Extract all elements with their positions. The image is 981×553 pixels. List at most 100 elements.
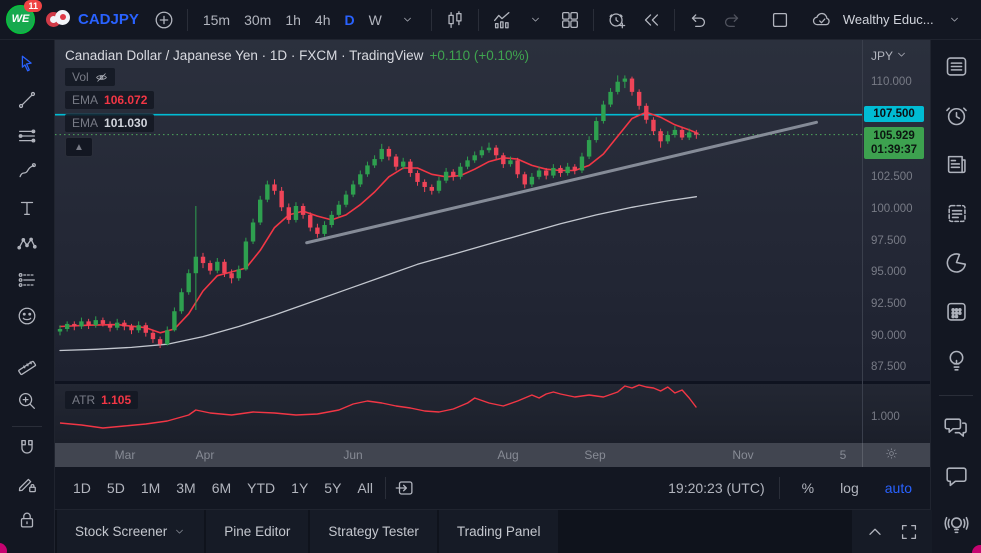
watchlist-button[interactable]	[932, 44, 981, 93]
footer-tab-strategy-tester[interactable]: Strategy Tester	[310, 510, 437, 553]
time-tick-mar: Mar	[114, 448, 136, 462]
timeframes-chevron-down-icon[interactable]	[393, 5, 423, 35]
panel-open-chevron-icon[interactable]	[860, 517, 890, 547]
timeframe-D[interactable]: D	[337, 8, 361, 32]
alerts-button[interactable]	[932, 93, 981, 142]
range-1m-button[interactable]: 1M	[134, 476, 167, 500]
bottom-toolbar: 1D 5D 1M 3M 6M YTD 1Y 5Y All 19:20:23 (UTC) % lo…	[55, 467, 930, 510]
volume-legend-row[interactable]: Vol	[65, 68, 115, 86]
range-3m-button[interactable]: 3M	[169, 476, 202, 500]
drawing-mode-lock-tool[interactable]	[9, 468, 45, 504]
news-flow-button[interactable]	[932, 191, 981, 240]
horizontal-lines-icon	[16, 125, 38, 152]
xabcd-pattern-tool[interactable]	[9, 228, 45, 264]
timeframe-4h[interactable]: 4h	[308, 8, 338, 32]
footer-tab-trading-panel[interactable]: Trading Panel	[438, 510, 559, 553]
atr-legend-row[interactable]: ATR 1.105	[65, 391, 139, 409]
footer-tab-stock-screener[interactable]: Stock Screener	[57, 510, 205, 553]
hide-drawings-tool[interactable]	[9, 540, 45, 553]
private-chat-button[interactable]	[932, 453, 981, 502]
time-axis[interactable]: Mar Apr Jun Aug Sep Nov 5	[55, 443, 930, 467]
symbol-button[interactable]: CADJPY	[78, 11, 139, 28]
compare-add-icon[interactable]	[149, 5, 179, 35]
right-sidebar	[930, 40, 981, 553]
axis-currency[interactable]: JPY	[871, 48, 908, 64]
calendar-button[interactable]	[932, 289, 981, 338]
separator	[186, 8, 188, 31]
layout-grid-icon[interactable]	[555, 5, 585, 35]
clock-utc[interactable]: 19:20:23 (UTC)	[668, 480, 764, 496]
horizontal-lines-tool[interactable]	[9, 120, 45, 156]
cloud-saved-icon	[807, 5, 837, 35]
magnet-tool[interactable]	[9, 432, 45, 468]
theme-sun-icon[interactable]	[885, 447, 898, 465]
percent-scale-button[interactable]: %	[795, 476, 821, 500]
streams-icon	[943, 511, 970, 543]
ideas-button[interactable]	[932, 338, 981, 387]
zoom-in-tool[interactable]	[9, 385, 45, 421]
legend-collapse-button[interactable]: ▲	[65, 137, 93, 157]
range-1d-button[interactable]: 1D	[66, 476, 98, 500]
measure-ruler-tool[interactable]	[9, 349, 45, 385]
footer-panel: Stock Screener Pine Editor Strategy Tester…	[55, 510, 932, 553]
app-logo[interactable]: WE 11	[6, 0, 42, 35]
eye-hidden-icon[interactable]	[95, 71, 108, 84]
lock-all-tool[interactable]	[9, 504, 45, 540]
indicators-icon[interactable]	[487, 5, 517, 35]
emoji-tool[interactable]	[9, 300, 45, 336]
text-tool[interactable]	[9, 192, 45, 228]
streams-button[interactable]	[932, 502, 981, 551]
create-alert-icon[interactable]	[602, 5, 632, 35]
indicators-chevron-down-icon[interactable]	[521, 5, 551, 35]
fullscreen-frame-icon[interactable]	[765, 5, 795, 35]
price-tick: 100.000	[871, 202, 913, 215]
layout-name-button[interactable]: Wealthy Educ...	[843, 12, 934, 27]
go-to-date-icon[interactable]	[390, 473, 420, 503]
search-icon[interactable]	[974, 5, 981, 35]
private-chat-icon	[943, 462, 970, 494]
brush-tool[interactable]	[9, 156, 45, 192]
chart-area: JPY 110.000 107.500 102.500 100.000 97.500 95…	[55, 40, 932, 553]
zoom-in-icon	[16, 390, 38, 417]
trend-line-tool[interactable]	[9, 84, 45, 120]
symbol-title[interactable]: Canadian Dollar / Japanese Yen · 1D · FX…	[65, 48, 423, 63]
ema-fast-legend-row[interactable]: EMA 106.072	[65, 91, 155, 109]
range-6m-button[interactable]: 6M	[205, 476, 238, 500]
footer-tab-pine-editor[interactable]: Pine Editor	[206, 510, 309, 553]
hide-drawings-icon	[16, 545, 38, 553]
auto-scale-button[interactable]: auto	[878, 476, 919, 500]
undo-icon[interactable]	[683, 5, 713, 35]
range-group: 1D 5D 1M 3M 6M YTD 1Y 5Y All	[65, 476, 381, 500]
xabcd-pattern-icon	[16, 233, 38, 260]
chart-style-icon[interactable]	[440, 5, 470, 35]
separator	[384, 477, 386, 499]
timeframe-1h[interactable]: 1h	[278, 8, 308, 32]
footer-tab-label: Trading Panel	[456, 524, 541, 539]
hotlist-button[interactable]	[932, 240, 981, 289]
price-axis[interactable]: JPY 110.000 107.500 102.500 100.000 97.500 95…	[863, 40, 930, 467]
timeframe-30m[interactable]: 30m	[237, 8, 278, 32]
lock-all-icon	[16, 509, 38, 536]
separator	[592, 8, 594, 31]
forecast-tool[interactable]	[9, 264, 45, 300]
range-all-button[interactable]: All	[350, 476, 380, 500]
news-button[interactable]	[932, 142, 981, 191]
watchlist-icon	[943, 53, 970, 85]
bar-replay-icon[interactable]	[636, 5, 666, 35]
panel-maximize-icon[interactable]	[894, 517, 924, 547]
public-chat-button[interactable]	[932, 404, 981, 453]
redo-icon[interactable]	[717, 5, 747, 35]
account-chevron-down-icon[interactable]	[940, 5, 970, 35]
ema-slow-legend-row[interactable]: EMA 101.030	[65, 114, 155, 132]
log-scale-button[interactable]: log	[833, 476, 866, 500]
cursor-tool[interactable]	[9, 48, 45, 84]
timeframe-W[interactable]: W	[362, 8, 389, 32]
range-5d-button[interactable]: 5D	[100, 476, 132, 500]
notification-badge: 11	[24, 0, 42, 12]
timeframe-15m[interactable]: 15m	[196, 8, 237, 32]
range-5y-button[interactable]: 5Y	[317, 476, 348, 500]
atr-indicator-plot[interactable]	[55, 384, 862, 443]
measure-ruler-icon	[16, 354, 38, 381]
range-1y-button[interactable]: 1Y	[284, 476, 315, 500]
range-ytd-button[interactable]: YTD	[240, 476, 282, 500]
